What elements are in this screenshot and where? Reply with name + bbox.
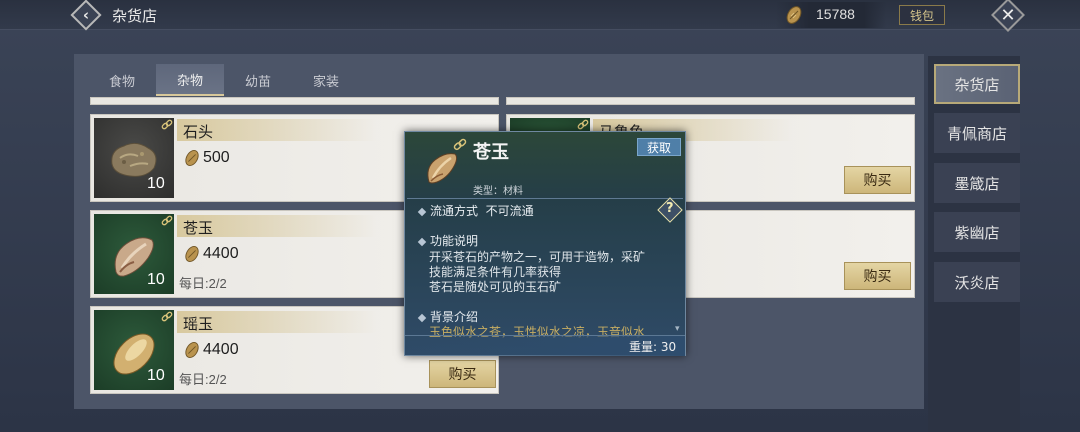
- side-item-general-store[interactable]: 杂货店: [934, 64, 1020, 104]
- tooltip-item-name: 苍玉: [473, 142, 509, 163]
- item-quantity: 10: [147, 175, 165, 192]
- item-name: 石头: [183, 123, 214, 141]
- seed-icon: [786, 6, 802, 24]
- divider: [407, 198, 683, 199]
- tab-seedlings[interactable]: 幼苗: [224, 64, 292, 96]
- side-item-ziyou-shop[interactable]: 紫幽店: [934, 212, 1020, 252]
- item-quantity: 10: [147, 271, 165, 288]
- chain-link-icon: [161, 119, 173, 130]
- back-button[interactable]: ‹: [70, 0, 102, 31]
- obtain-button[interactable]: 获取: [637, 138, 681, 156]
- background-title: 背景介绍: [430, 310, 479, 324]
- wallet-button[interactable]: 钱包: [899, 5, 945, 25]
- item-name: 苍玉: [183, 219, 214, 237]
- circulation-label: 流通方式: [430, 204, 479, 218]
- currency-display: 15788: [776, 2, 886, 28]
- buy-button[interactable]: 购买: [429, 360, 496, 388]
- tab-furnishing[interactable]: 家装: [292, 64, 360, 96]
- buy-button[interactable]: 购买: [844, 166, 911, 194]
- item-price: 4400: [203, 341, 239, 358]
- diamond-bullet-icon: [417, 313, 427, 322]
- function-title-row: 功能说明: [417, 232, 479, 249]
- buy-button[interactable]: 购买: [844, 262, 911, 290]
- daily-limit: 每日:2/2: [179, 372, 227, 387]
- side-item-qingpei-shop[interactable]: 青佩商店: [934, 113, 1020, 153]
- chain-link-icon: [161, 311, 173, 322]
- chain-link-icon: [577, 119, 589, 130]
- seed-icon: [185, 150, 199, 166]
- currency-amount: 15788: [816, 6, 855, 22]
- function-title: 功能说明: [430, 234, 479, 248]
- close-icon: ✕: [1000, 4, 1016, 26]
- diamond-bullet-icon: [417, 207, 427, 216]
- item-price: 500: [203, 149, 230, 166]
- diamond-bullet-icon: [417, 237, 427, 246]
- chevron-left-icon: ‹: [82, 6, 90, 24]
- top-bar: ‹ 杂货店 15788 钱包 ✕: [0, 0, 1080, 32]
- function-line: 苍石是随处可见的玉石矿: [429, 280, 562, 294]
- circulation-value: 不可流通: [485, 204, 534, 218]
- item-weight: 重量: 30: [629, 340, 677, 354]
- category-tabs: 食物 杂物 幼苗 家装: [88, 64, 360, 96]
- item-quantity: 10: [147, 367, 165, 384]
- page-title: 杂货店: [112, 7, 158, 25]
- chain-link-icon: [453, 138, 467, 151]
- circulation-row: 流通方式 不可流通: [417, 202, 534, 219]
- item-name: 瑶玉: [183, 315, 214, 333]
- item-type: 类型：材料: [473, 186, 523, 197]
- chain-link-icon: [161, 215, 173, 226]
- tab-misc[interactable]: 杂物: [156, 64, 224, 96]
- item-price: 4400: [203, 245, 239, 262]
- seed-icon: [185, 342, 199, 358]
- scroll-down-icon[interactable]: ▾: [675, 324, 680, 334]
- item-tooltip: 苍玉 获取 类型：材料 流通方式 不可流通 ? 功能说明 开采苍石的产物之一，可…: [404, 131, 686, 356]
- list-item-partial: [506, 97, 915, 105]
- seed-icon: [185, 246, 199, 262]
- close-button[interactable]: ✕: [990, 0, 1026, 32]
- tab-food[interactable]: 食物: [88, 64, 156, 96]
- daily-limit: 每日:2/2: [179, 276, 227, 291]
- side-item-woyan-shop[interactable]: 沃炎店: [934, 262, 1020, 302]
- list-item-partial: [90, 97, 499, 105]
- question-icon: ?: [666, 201, 674, 216]
- side-item-mozhen-shop[interactable]: 墨箴店: [934, 163, 1020, 203]
